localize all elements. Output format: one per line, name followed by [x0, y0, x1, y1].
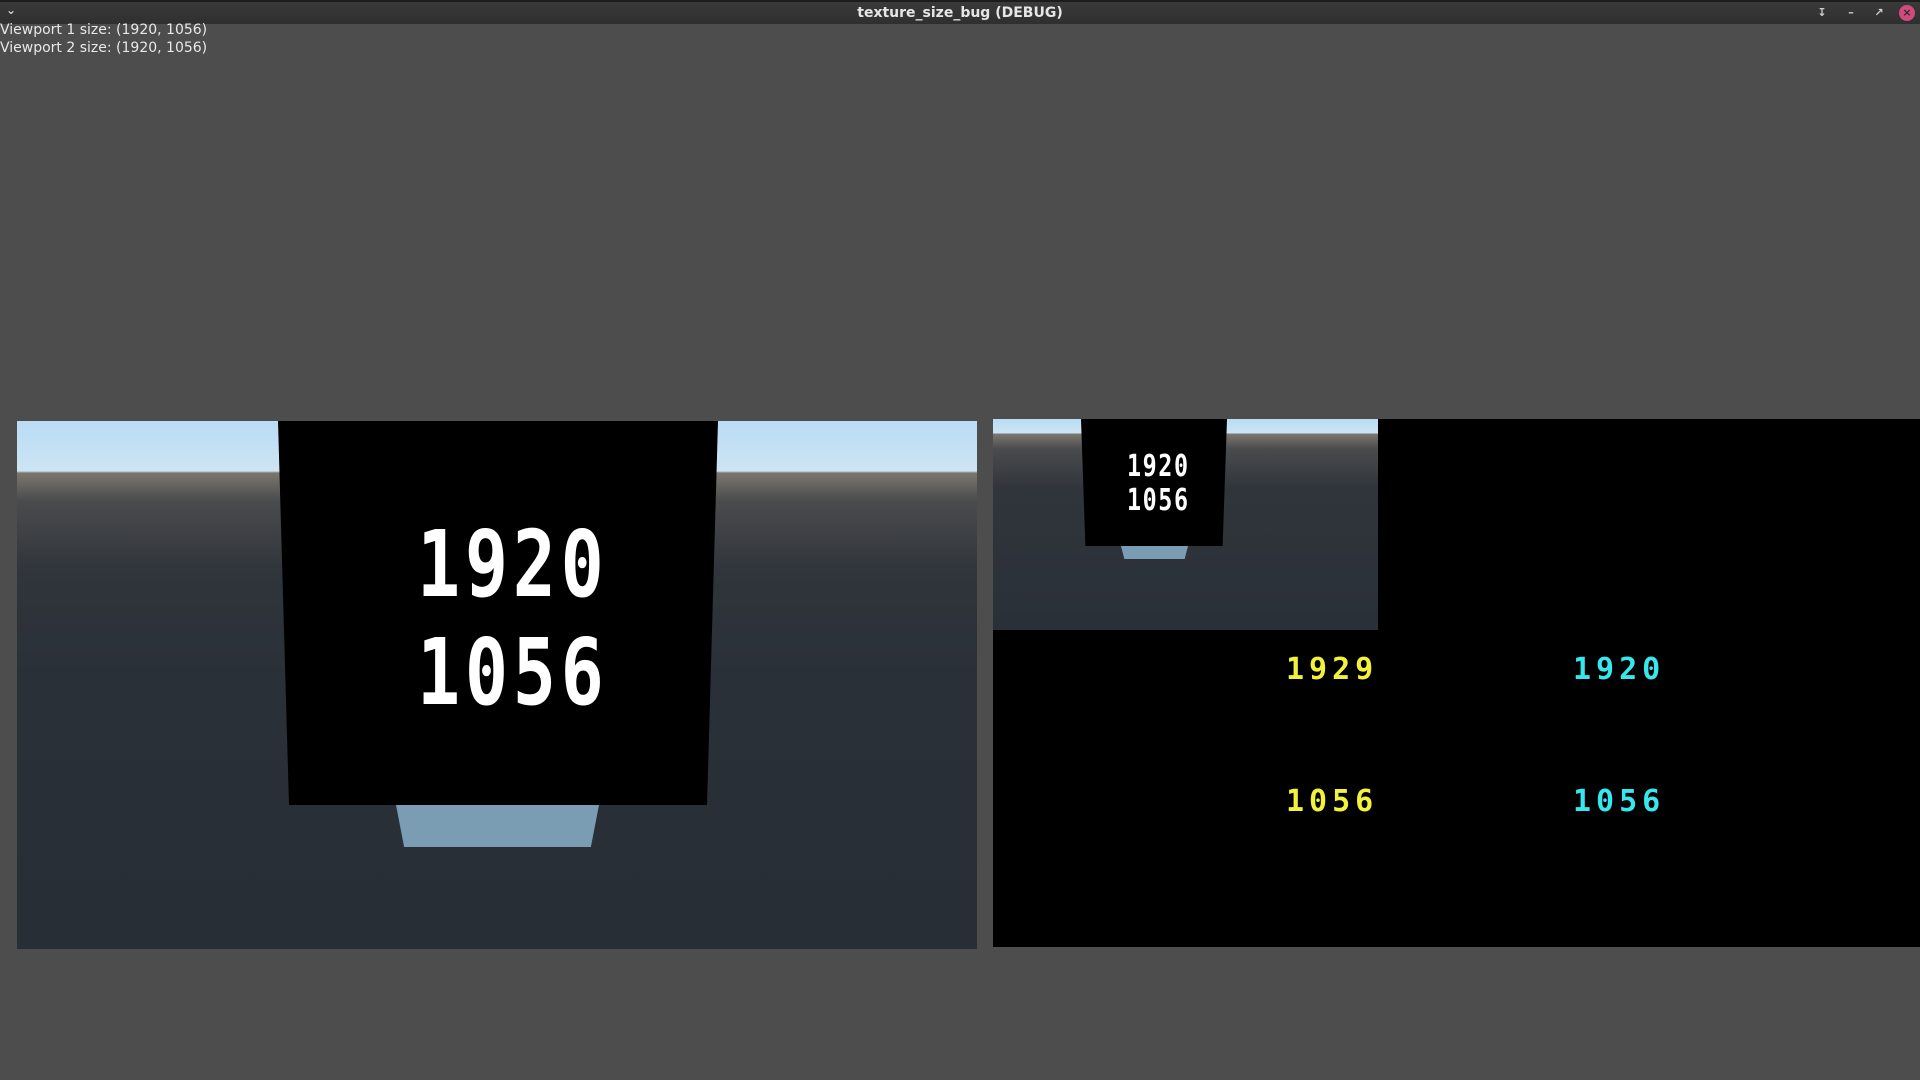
- viewport-1: 1920 1056: [17, 421, 977, 949]
- viewport2-scene: 1920 1056: [993, 419, 1378, 630]
- viewport2-panel-width-text: 1920: [1127, 449, 1190, 484]
- viewport1-size-label: Viewport 1 size: (1920, 1056): [0, 22, 208, 38]
- viewport1-height-text: 1056: [417, 619, 609, 726]
- viewport-2: 1920 1056 1929 1056 1920 1056: [993, 419, 1920, 947]
- cyan-height-text: 1056: [1573, 784, 1666, 819]
- viewport1-panel-stand: [396, 805, 599, 847]
- yellow-height-text: 1056: [1286, 784, 1379, 819]
- viewport2-panel-stand: [1121, 546, 1188, 559]
- title-bar[interactable]: ⌄ texture_size_bug (DEBUG) ↧ – ↗ ×: [0, 0, 1920, 24]
- maximize-icon[interactable]: ↗: [1871, 5, 1887, 21]
- window-title: texture_size_bug (DEBUG): [857, 5, 1063, 21]
- cyan-width-text: 1920: [1573, 652, 1666, 687]
- viewport2-size-label: Viewport 2 size: (1920, 1056): [0, 40, 208, 56]
- minimize-icon[interactable]: –: [1843, 5, 1859, 21]
- close-icon[interactable]: ×: [1899, 5, 1915, 21]
- pin-icon[interactable]: ↧: [1814, 5, 1830, 21]
- yellow-width-text: 1929: [1286, 652, 1379, 687]
- viewport1-width-text: 1920: [417, 511, 609, 618]
- viewport2-panel-height-text: 1056: [1127, 483, 1190, 518]
